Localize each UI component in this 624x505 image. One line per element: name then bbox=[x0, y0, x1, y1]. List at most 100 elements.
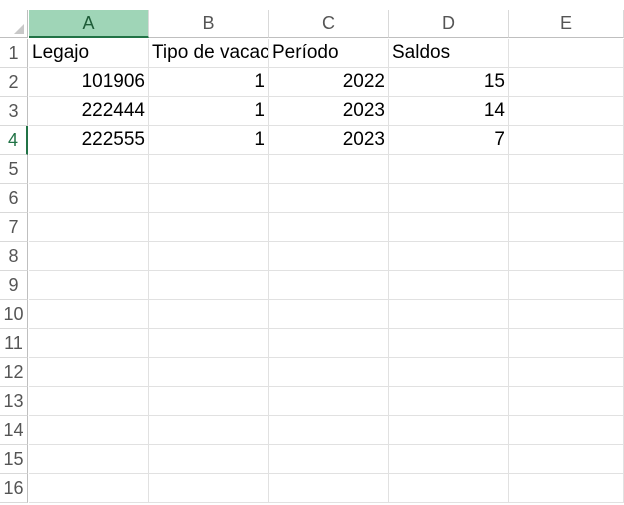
cell-e12[interactable] bbox=[509, 358, 624, 387]
cell-b10[interactable] bbox=[149, 300, 269, 329]
cell-e4[interactable] bbox=[509, 126, 624, 155]
cell-c3[interactable]: 2023 bbox=[269, 97, 389, 126]
cell-e2[interactable] bbox=[509, 68, 624, 97]
cell-d13[interactable] bbox=[389, 387, 509, 416]
cell-a2[interactable]: 101906 bbox=[29, 68, 149, 97]
cell-b3[interactable]: 1 bbox=[149, 97, 269, 126]
cell-e11[interactable] bbox=[509, 329, 624, 358]
row-header-13[interactable]: 13 bbox=[0, 387, 28, 416]
cell-c10[interactable] bbox=[269, 300, 389, 329]
column-header-e[interactable]: E bbox=[509, 10, 624, 38]
cell-b14[interactable] bbox=[149, 416, 269, 445]
cell-a13[interactable] bbox=[29, 387, 149, 416]
cell-a14[interactable] bbox=[29, 416, 149, 445]
cell-d8[interactable] bbox=[389, 242, 509, 271]
cell-d11[interactable] bbox=[389, 329, 509, 358]
cell-b6[interactable] bbox=[149, 184, 269, 213]
cell-d12[interactable] bbox=[389, 358, 509, 387]
cell-a15[interactable] bbox=[29, 445, 149, 474]
cell-b7[interactable] bbox=[149, 213, 269, 242]
cell-d1[interactable]: Saldos bbox=[389, 39, 509, 68]
row-header-6[interactable]: 6 bbox=[0, 184, 28, 213]
row-header-5[interactable]: 5 bbox=[0, 155, 28, 184]
cell-b9[interactable] bbox=[149, 271, 269, 300]
cell-d5[interactable] bbox=[389, 155, 509, 184]
cell-e14[interactable] bbox=[509, 416, 624, 445]
cell-d14[interactable] bbox=[389, 416, 509, 445]
cell-a9[interactable] bbox=[29, 271, 149, 300]
cell-c5[interactable] bbox=[269, 155, 389, 184]
cell-d2[interactable]: 15 bbox=[389, 68, 509, 97]
cell-c1[interactable]: Período bbox=[269, 39, 389, 68]
cell-c15[interactable] bbox=[269, 445, 389, 474]
cell-c12[interactable] bbox=[269, 358, 389, 387]
column-header-c[interactable]: C bbox=[269, 10, 389, 38]
cell-e15[interactable] bbox=[509, 445, 624, 474]
row-header-3[interactable]: 3 bbox=[0, 97, 28, 126]
cell-a10[interactable] bbox=[29, 300, 149, 329]
row-header-16[interactable]: 16 bbox=[0, 474, 28, 503]
cell-c14[interactable] bbox=[269, 416, 389, 445]
cell-d9[interactable] bbox=[389, 271, 509, 300]
cell-a3[interactable]: 222444 bbox=[29, 97, 149, 126]
cell-e1[interactable] bbox=[509, 39, 624, 68]
cell-e10[interactable] bbox=[509, 300, 624, 329]
column-header-d[interactable]: D bbox=[389, 10, 509, 38]
row-header-2[interactable]: 2 bbox=[0, 68, 28, 97]
cell-b4[interactable]: 1 bbox=[149, 126, 269, 155]
row-header-9[interactable]: 9 bbox=[0, 271, 28, 300]
cell-e8[interactable] bbox=[509, 242, 624, 271]
row-header-10[interactable]: 10 bbox=[0, 300, 28, 329]
cell-b15[interactable] bbox=[149, 445, 269, 474]
cell-a4[interactable]: 222555 bbox=[29, 126, 149, 155]
row-header-15[interactable]: 15 bbox=[0, 445, 28, 474]
cell-d10[interactable] bbox=[389, 300, 509, 329]
cell-d4[interactable]: 7 bbox=[389, 126, 509, 155]
cell-b13[interactable] bbox=[149, 387, 269, 416]
row-header-7[interactable]: 7 bbox=[0, 213, 28, 242]
select-all-corner[interactable] bbox=[0, 10, 28, 38]
cell-e7[interactable] bbox=[509, 213, 624, 242]
row-header-14[interactable]: 14 bbox=[0, 416, 28, 445]
cell-a8[interactable] bbox=[29, 242, 149, 271]
cell-d6[interactable] bbox=[389, 184, 509, 213]
cell-b11[interactable] bbox=[149, 329, 269, 358]
row-header-12[interactable]: 12 bbox=[0, 358, 28, 387]
column-header-b[interactable]: B bbox=[149, 10, 269, 38]
cell-c13[interactable] bbox=[269, 387, 389, 416]
cell-a6[interactable] bbox=[29, 184, 149, 213]
cell-e3[interactable] bbox=[509, 97, 624, 126]
row-header-8[interactable]: 8 bbox=[0, 242, 28, 271]
cell-b8[interactable] bbox=[149, 242, 269, 271]
cell-b16[interactable] bbox=[149, 474, 269, 503]
cell-d15[interactable] bbox=[389, 445, 509, 474]
cell-c16[interactable] bbox=[269, 474, 389, 503]
cell-c4[interactable]: 2023 bbox=[269, 126, 389, 155]
row-header-11[interactable]: 11 bbox=[0, 329, 28, 358]
cell-c9[interactable] bbox=[269, 271, 389, 300]
cell-a16[interactable] bbox=[29, 474, 149, 503]
cell-c8[interactable] bbox=[269, 242, 389, 271]
cell-e16[interactable] bbox=[509, 474, 624, 503]
cell-a1[interactable]: Legajo bbox=[29, 39, 149, 68]
cell-a7[interactable] bbox=[29, 213, 149, 242]
cell-c2[interactable]: 2022 bbox=[269, 68, 389, 97]
cell-b12[interactable] bbox=[149, 358, 269, 387]
cell-c7[interactable] bbox=[269, 213, 389, 242]
cell-b2[interactable]: 1 bbox=[149, 68, 269, 97]
cell-e5[interactable] bbox=[509, 155, 624, 184]
cell-a11[interactable] bbox=[29, 329, 149, 358]
cell-e9[interactable] bbox=[509, 271, 624, 300]
cell-a5[interactable] bbox=[29, 155, 149, 184]
cell-d3[interactable]: 14 bbox=[389, 97, 509, 126]
cell-b5[interactable] bbox=[149, 155, 269, 184]
cell-c6[interactable] bbox=[269, 184, 389, 213]
cell-e6[interactable] bbox=[509, 184, 624, 213]
cell-d7[interactable] bbox=[389, 213, 509, 242]
column-header-a[interactable]: A bbox=[29, 10, 149, 38]
cell-d16[interactable] bbox=[389, 474, 509, 503]
cell-e13[interactable] bbox=[509, 387, 624, 416]
cell-c11[interactable] bbox=[269, 329, 389, 358]
row-header-4[interactable]: 4 bbox=[0, 126, 28, 155]
cell-a12[interactable] bbox=[29, 358, 149, 387]
